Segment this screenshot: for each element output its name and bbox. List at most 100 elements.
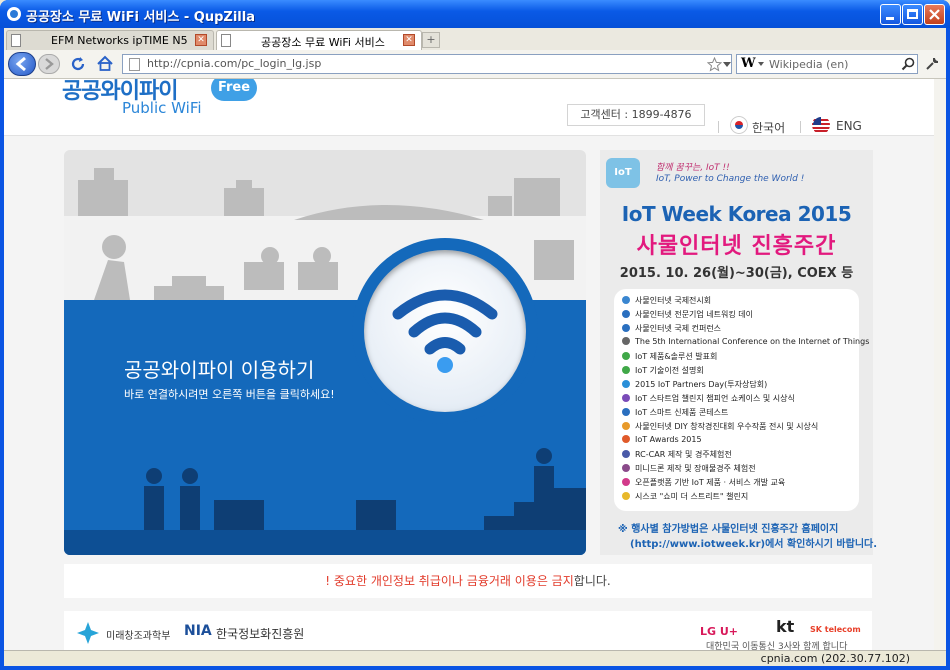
language-english-link[interactable]: ENG: [836, 119, 862, 133]
chevron-down-icon[interactable]: [758, 62, 764, 67]
list-item: IoT 스타트업 챌린지 챔피언 쇼케이스 및 시상식: [622, 393, 795, 404]
bookmark-star-icon[interactable]: [707, 57, 722, 72]
list-item: IoT Awards 2015: [622, 435, 702, 444]
browser-client: EFM Networks ipTIME N5 ✕ 공공장소 무료 WiFi 서비…: [4, 28, 946, 666]
qupzilla-app-icon: [7, 7, 21, 21]
notice-highlight: 개인정보 취급이나 금융거래 이용은 금지: [370, 574, 574, 588]
list-item-label: 시스코 "쇼미 더 스트리트" 챌린지: [635, 492, 749, 501]
list-item-label: 2015 IoT Partners Day(투자상담회): [635, 380, 768, 389]
handshake-icon: [622, 310, 630, 318]
maximize-button[interactable]: [902, 4, 923, 25]
wikipedia-logo-icon[interactable]: W: [741, 56, 756, 71]
tab-efm-networks[interactable]: EFM Networks ipTIME N5 ✕: [6, 30, 214, 50]
tab-public-wifi[interactable]: 공공장소 무료 WiFi 서비스 ✕: [216, 30, 422, 50]
language-korean-link[interactable]: 한국어: [752, 119, 785, 136]
tools-wrench-icon[interactable]: [924, 56, 940, 72]
car-icon: [622, 450, 630, 458]
platform-icon: [622, 478, 630, 486]
new-tab-button[interactable]: +: [422, 32, 440, 48]
tab-bar: EFM Networks ipTIME N5 ✕ 공공장소 무료 WiFi 서비…: [4, 28, 946, 51]
list-item: 미니드론 제작 및 장애물경주 체험전: [622, 463, 756, 474]
list-item: IoT 기술이전 설명회: [622, 365, 704, 376]
screen-icon: [622, 352, 630, 360]
search-bar[interactable]: W Wikipedia (en): [736, 54, 918, 74]
drone-icon: [622, 464, 630, 472]
vertical-scrollbar[interactable]: [934, 79, 946, 650]
iot-badge-icon: IoT: [606, 158, 640, 188]
list-item-label: 오픈플랫폼 기반 IoT 제품 · 서비스 개발 교육: [635, 478, 786, 487]
chevron-down-icon[interactable]: [723, 62, 731, 68]
list-item-label: 사물인터넷 전문기업 네트워킹 데이: [635, 310, 754, 319]
forward-button[interactable]: [38, 54, 60, 74]
iot-title-korean: 사물인터넷 진흥주간: [636, 234, 837, 259]
usa-flag-icon[interactable]: [812, 116, 830, 134]
list-item-label: The 5th International Conference on the …: [635, 337, 870, 346]
list-item-label: IoT 제품&솔루션 발표회: [635, 352, 718, 361]
iot-tagline-2: IoT, Power to Change the World !: [656, 174, 805, 184]
page-icon: [129, 58, 140, 71]
iot-title-english: IoT Week Korea 2015: [621, 202, 852, 226]
ministry-logo-icon: [77, 622, 99, 644]
list-item: IoT 제품&솔루션 발표회: [622, 351, 717, 362]
list-item-label: IoT 스타트업 챌린지 챔피언 쇼케이스 및 시상식: [635, 394, 795, 403]
connect-button-face[interactable]: [364, 250, 526, 412]
site-header: 공공와이파이 Public WiFi Free 고객센터 : 1899-4876…: [4, 79, 946, 136]
tab-label: EFM Networks ipTIME N5: [51, 34, 188, 47]
customer-center-badge: 고객센터 : 1899-4876: [567, 104, 705, 126]
list-item: RC-CAR 제작 및 경주체험전: [622, 449, 732, 460]
address-input[interactable]: http://cpnia.com/pc_login_lg.jsp: [147, 57, 321, 70]
list-item: 오픈플랫폼 기반 IoT 제품 · 서비스 개발 교육: [622, 477, 785, 488]
device-icon: [622, 408, 630, 416]
home-icon[interactable]: [96, 55, 114, 72]
partners-caption: 대한민국 이동통신 3사와 함께 합니다: [706, 642, 848, 650]
list-item-label: 미니드론 제작 및 장애물경주 체험전: [635, 464, 756, 473]
web-page: 공공와이파이 Public WiFi Free 고객센터 : 1899-4876…: [4, 79, 946, 650]
tab-label: 공공장소 무료 WiFi 서비스: [261, 36, 385, 49]
hero-title: 공공와이파이 이용하기: [124, 358, 315, 382]
ministry-name: 미래창조과학부: [106, 631, 171, 642]
hero-banner: 공공와이파이 이용하기 바로 연결하시려면 오른쪽 버튼을 클릭하세요!: [64, 150, 586, 555]
wifi-icon: [392, 289, 498, 373]
lightbulb-icon: [622, 492, 630, 500]
privacy-notice: ! 중요한 개인정보 취급이나 금융거래 이용은 금지합니다.: [64, 564, 872, 598]
list-item: 시스코 "쇼미 더 스트리트" 챌린지: [622, 491, 748, 502]
back-arrow-icon: [15, 56, 26, 72]
list-item: 2015 IoT Partners Day(투자상담회): [622, 379, 767, 390]
navigation-toolbar: http://cpnia.com/pc_login_lg.jsp W Wikip…: [4, 50, 946, 79]
network-icon: [622, 366, 630, 374]
list-item-label: 사물인터넷 DIY 창작경진대회 우수작품 전시 및 시상식: [635, 422, 819, 431]
title-bar: 공공장소 무료 WiFi 서비스 - QupZilla: [0, 0, 950, 28]
tab-close-icon[interactable]: ✕: [403, 34, 415, 46]
connect-wifi-button[interactable]: [352, 238, 538, 424]
window-title: 공공장소 무료 WiFi 서비스 - QupZilla: [26, 10, 255, 25]
globe-icon: [622, 296, 630, 304]
close-window-button[interactable]: [924, 4, 945, 25]
list-item-label: IoT 기술이전 설명회: [635, 366, 704, 375]
page-icon: [11, 34, 21, 47]
page-icon: [221, 34, 231, 47]
award-icon: [622, 435, 630, 443]
list-item: 사물인터넷 국제 컨퍼런스: [622, 323, 721, 334]
address-bar[interactable]: http://cpnia.com/pc_login_lg.jsp: [122, 54, 732, 74]
globe-icon: [622, 337, 630, 345]
back-button[interactable]: [8, 52, 36, 76]
list-item: IoT 스마트 신제품 콘테스트: [622, 407, 728, 418]
browser-window: 공공장소 무료 WiFi 서비스 - QupZilla EFM Networks…: [0, 0, 950, 670]
reload-icon[interactable]: [70, 56, 86, 72]
search-icon[interactable]: [901, 57, 915, 71]
search-input[interactable]: Wikipedia (en): [769, 58, 848, 71]
nia-name: 한국정보화진흥원: [216, 627, 305, 641]
tab-close-icon[interactable]: ✕: [195, 34, 207, 46]
notice-suffix: 합니다.: [573, 574, 611, 588]
iot-dates: 2015. 10. 26(월)~30(금), COEX 등: [619, 266, 854, 281]
list-item: 사물인터넷 전문기업 네트워킹 데이: [622, 309, 753, 320]
list-item: The 5th International Conference on the …: [622, 337, 869, 346]
person-icon: [622, 380, 630, 388]
korea-flag-icon[interactable]: [730, 116, 748, 134]
iot-week-ad-banner[interactable]: IoT 함께 꿈꾸는, IoT !! IoT, Power to Change …: [600, 150, 877, 555]
close-icon: [929, 9, 940, 20]
sk-telecom-logo: SK telecom: [810, 625, 861, 634]
minimize-button[interactable]: [880, 4, 901, 25]
iot-note-line-1: ※ 행사별 참가방법은 사물인터넷 진흥주간 홈페이지: [618, 524, 839, 535]
site-logo-english: Public WiFi: [122, 99, 202, 117]
